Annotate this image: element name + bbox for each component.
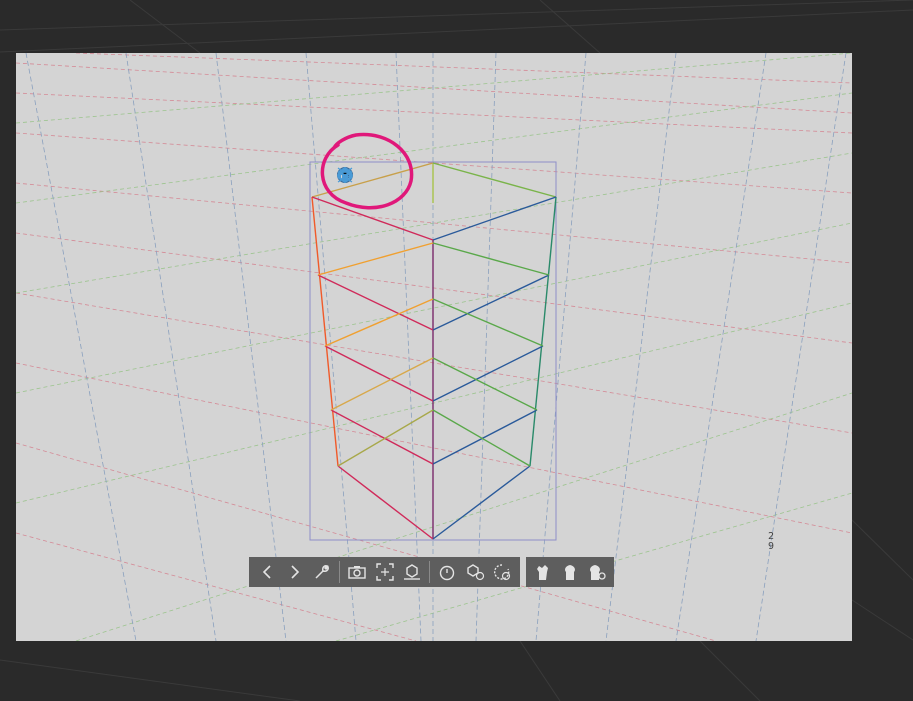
reset-object-icon[interactable]: [462, 559, 488, 585]
grid-blue-lines: [25, 53, 847, 641]
grid-red-lines: [16, 53, 852, 641]
stopwatch-icon[interactable]: [434, 559, 460, 585]
page-indicator-bottom: 9: [767, 541, 775, 552]
object-launcher-toolbar: [249, 557, 520, 587]
hand-grip-icon[interactable]: [558, 559, 583, 585]
toolbar-separator: [429, 561, 430, 583]
move-icon[interactable]: [337, 166, 380, 188]
scale-icon[interactable]: [337, 166, 518, 188]
rotate-on-axis-icon[interactable]: [337, 166, 495, 188]
rotate-object-icon[interactable]: [338, 166, 449, 188]
3d-viewport[interactable]: 2 9: [16, 53, 852, 641]
fit-to-view-icon[interactable]: [372, 559, 398, 585]
wireframe-box: [311, 162, 557, 540]
page-indicator: 2 9: [764, 532, 778, 552]
toolbar-separator: [339, 561, 340, 583]
next-icon[interactable]: [282, 559, 308, 585]
ground-object-icon[interactable]: [399, 559, 425, 585]
rotate-along-plane-icon[interactable]: [338, 166, 472, 188]
grid-green-lines: [16, 53, 852, 641]
hand-settings-icon[interactable]: [584, 559, 609, 585]
3d-scene: [16, 53, 852, 641]
move-along-plane-icon[interactable]: [338, 166, 426, 188]
pan-icon[interactable]: [337, 166, 403, 188]
hand-pose-icon[interactable]: [531, 559, 556, 585]
hand-pose-toolbar: [526, 557, 614, 587]
wrench-icon[interactable]: [309, 559, 335, 585]
reset-rotation-icon[interactable]: [489, 559, 515, 585]
object-gizmo-toolbar: [335, 165, 518, 189]
camera-icon[interactable]: [344, 559, 370, 585]
previous-icon[interactable]: [254, 559, 280, 585]
